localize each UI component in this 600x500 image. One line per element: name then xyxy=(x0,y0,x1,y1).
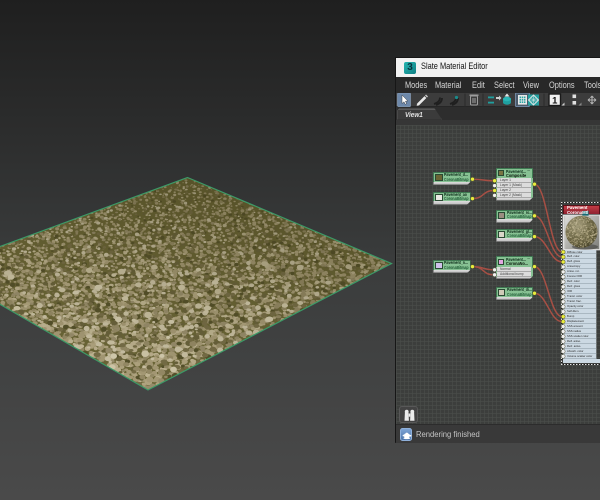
svg-text:1: 1 xyxy=(552,95,558,106)
